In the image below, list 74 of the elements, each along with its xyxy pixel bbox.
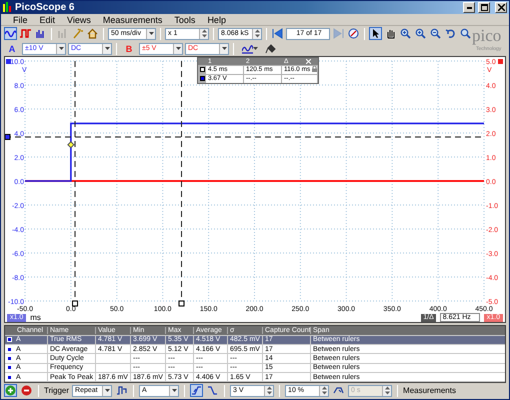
- bar-chart-icon: [35, 28, 46, 40]
- dropdown-arrow-icon: [58, 47, 64, 50]
- spin-arrows-icon: [202, 29, 206, 38]
- channel-marker: [6, 59, 11, 64]
- close-icon[interactable]: [306, 59, 311, 64]
- advanced-trigger-icon: [116, 385, 128, 396]
- maximize-button[interactable]: [478, 2, 490, 13]
- menu-item[interactable]: Tools: [168, 14, 202, 25]
- play-icon: [5, 385, 16, 396]
- zoom-icon: [460, 28, 471, 40]
- spin-arrows-icon: [322, 386, 327, 396]
- stop-button[interactable]: [20, 384, 33, 398]
- navigation-button[interactable]: [347, 27, 360, 40]
- skip-forward-icon: [333, 28, 344, 40]
- menu-item[interactable]: Measurements: [96, 14, 168, 25]
- stop-icon: [21, 385, 32, 396]
- ruler-marker: [200, 67, 204, 72]
- menu-item[interactable]: Help: [201, 14, 232, 25]
- home-icon: [87, 28, 98, 40]
- zoom-in-icon: [400, 28, 411, 40]
- probe-icon: [265, 43, 276, 54]
- magic-wand-icon: [72, 28, 83, 40]
- close-icon: [498, 4, 504, 11]
- channel-marker: [498, 59, 503, 64]
- lock-icon[interactable]: [312, 66, 317, 72]
- tool-button[interactable]: [369, 27, 382, 40]
- mode-button[interactable]: [4, 27, 17, 40]
- minimize-icon: [466, 6, 472, 8]
- navigation-button[interactable]: [271, 27, 284, 40]
- time-ruler[interactable]: [72, 60, 78, 307]
- menu-item[interactable]: Views: [61, 14, 97, 25]
- channel-button[interactable]: A: [4, 42, 20, 56]
- pointer-icon: [370, 28, 381, 40]
- undo-icon: [445, 28, 456, 40]
- probe-button[interactable]: [264, 42, 277, 56]
- pulse-icon: [20, 28, 31, 40]
- zoom-out-icon: [430, 28, 441, 40]
- spin-arrows-icon: [266, 386, 272, 396]
- dropdown-arrow-icon: [148, 32, 154, 36]
- mode-button[interactable]: [19, 27, 32, 40]
- skip-back-icon: [272, 28, 283, 40]
- compass-icon: [348, 28, 359, 40]
- dropdown-arrow-icon: [253, 47, 258, 50]
- falling-edge-icon: [207, 385, 218, 396]
- maximize-icon: [480, 4, 488, 11]
- dropdown-arrow-icon: [176, 47, 180, 50]
- window-title: PicoScope 6: [15, 2, 76, 13]
- start-button[interactable]: [4, 384, 17, 398]
- time-ruler[interactable]: [178, 60, 185, 307]
- measurements-label: Measurements: [403, 386, 456, 396]
- zoom-in-icon: [415, 28, 426, 40]
- dropdown-arrow-icon: [104, 389, 110, 392]
- trigger-label: Trigger: [44, 386, 70, 396]
- trigger-marker[interactable]: [67, 141, 75, 149]
- edge-button[interactable]: [206, 384, 220, 398]
- dropdown-arrow-icon: [172, 389, 177, 392]
- minimize-button[interactable]: [463, 2, 475, 13]
- toolbar-button[interactable]: [86, 27, 99, 40]
- close-button[interactable]: [495, 2, 507, 13]
- hand-icon: [385, 28, 396, 40]
- axis-unit: ms: [30, 313, 42, 322]
- dropdown-arrow-icon: [104, 47, 110, 50]
- menu-item[interactable]: Edit: [34, 14, 62, 25]
- spin-arrows-icon: [254, 29, 260, 38]
- wave-icon: [5, 28, 16, 40]
- spin-arrows-icon: [384, 386, 390, 396]
- dropdown-arrow-icon: [222, 47, 226, 50]
- advanced-trigger-button[interactable]: [115, 384, 128, 398]
- signal-generator-icon: [242, 43, 253, 54]
- edge-button[interactable]: [190, 384, 204, 398]
- rising-edge-icon: [191, 385, 202, 396]
- menu-item[interactable]: File: [7, 14, 34, 25]
- app-icon: [3, 2, 12, 13]
- chart-cursor-icon: [57, 28, 68, 40]
